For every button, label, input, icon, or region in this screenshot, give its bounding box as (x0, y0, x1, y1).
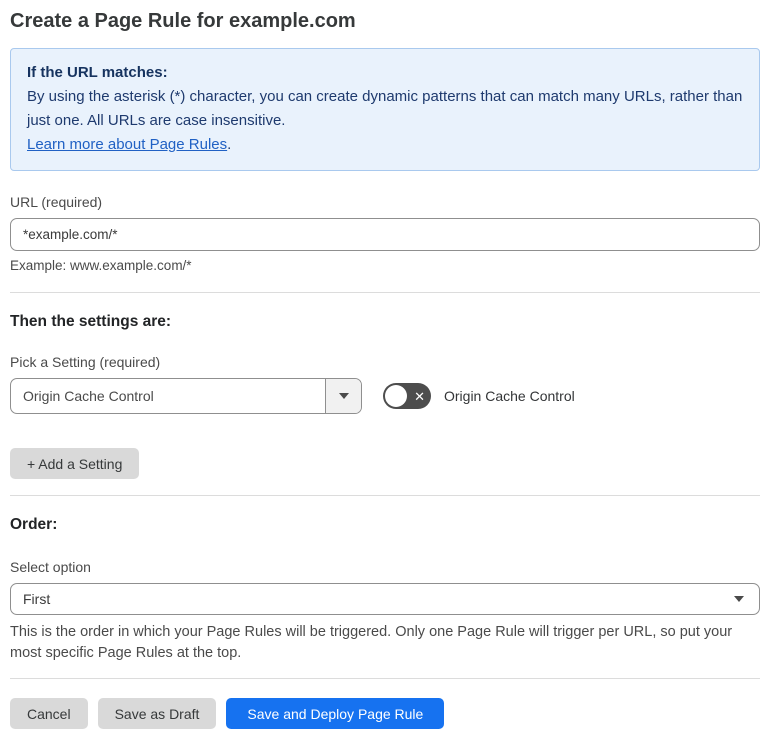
order-select-label: Select option (10, 559, 91, 575)
create-page-rule-form: Create a Page Rule for example.com If th… (0, 0, 770, 729)
cancel-button[interactable]: Cancel (10, 698, 88, 729)
divider (10, 495, 760, 496)
form-actions: Cancel Save as Draft Save and Deploy Pag… (10, 698, 760, 729)
divider (10, 292, 760, 293)
url-match-info-box: If the URL matches: By using the asteris… (10, 48, 760, 171)
order-section-heading: Order: (10, 516, 58, 533)
setting-row: Origin Cache Control ✕ Origin Cache Cont… (10, 378, 760, 414)
setting-dropdown-arrow-button[interactable] (325, 379, 361, 413)
setting-dropdown-value: Origin Cache Control (23, 388, 154, 404)
order-select[interactable]: First (10, 583, 760, 615)
info-box-body: By using the asterisk (*) character, you… (27, 88, 743, 129)
url-input[interactable] (10, 218, 760, 251)
setting-picker-label: Pick a Setting (required) (10, 354, 161, 370)
info-box-link-line: Learn more about Page Rules. (27, 133, 743, 157)
toggle-off-x-icon: ✕ (414, 388, 425, 404)
order-select-value: First (23, 591, 51, 607)
link-period: . (227, 136, 232, 153)
url-example-hint: Example: www.example.com/* (10, 258, 192, 273)
settings-section-heading: Then the settings are: (10, 313, 172, 330)
origin-cache-control-toggle[interactable]: ✕ (383, 383, 431, 409)
order-help-text: This is the order in which your Page Rul… (10, 624, 733, 661)
setting-dropdown[interactable]: Origin Cache Control (10, 378, 362, 414)
toggle-knob (385, 385, 407, 407)
save-as-draft-button[interactable]: Save as Draft (97, 698, 217, 729)
divider (10, 678, 760, 679)
chevron-down-icon (338, 393, 349, 399)
info-box-heading: If the URL matches: (27, 64, 168, 81)
chevron-down-icon (734, 596, 744, 602)
add-setting-button[interactable]: + Add a Setting (10, 448, 140, 479)
page-title: Create a Page Rule for example.com (10, 10, 356, 32)
save-and-deploy-button[interactable]: Save and Deploy Page Rule (226, 698, 445, 729)
toggle-label: Origin Cache Control (444, 388, 575, 404)
learn-more-link[interactable]: Learn more about Page Rules (27, 136, 227, 153)
url-field-label: URL (required) (10, 194, 103, 210)
